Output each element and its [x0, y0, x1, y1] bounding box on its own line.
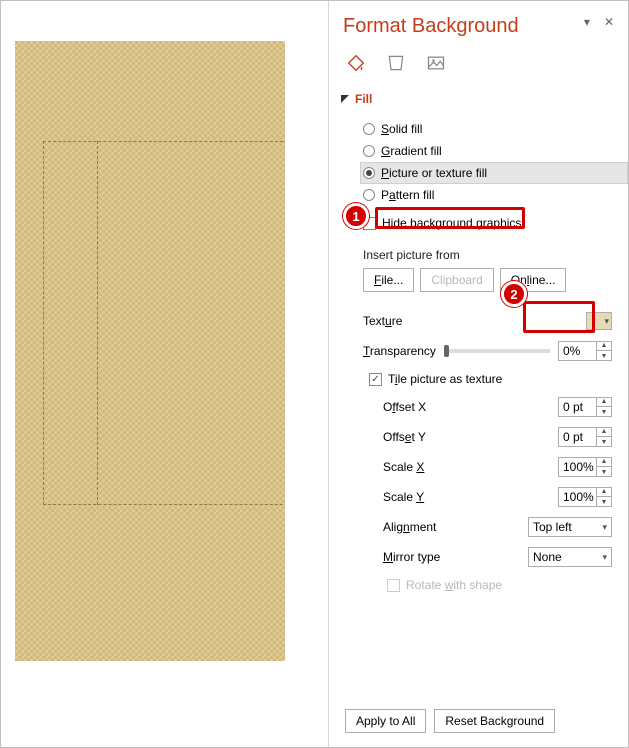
transparency-label: Transparency [363, 344, 436, 358]
radio-picture-texture-fill[interactable]: Picture or texture fill [360, 162, 628, 184]
reset-background-button[interactable]: Reset Background [434, 709, 555, 733]
alignment-label: Alignment [383, 520, 436, 534]
radio-solid-fill[interactable]: Solid fill [363, 118, 628, 140]
texture-picker[interactable] [586, 312, 612, 330]
offset-y-label: Offset Y [383, 430, 426, 444]
slide-preview [15, 41, 285, 661]
offset-x-input[interactable]: 0 pt▲▼ [558, 397, 612, 417]
close-icon[interactable]: ✕ [604, 15, 614, 29]
alignment-select[interactable]: Top left [528, 517, 612, 537]
scale-x-label: Scale X [383, 460, 424, 474]
radio-pattern-fill[interactable]: Pattern fill [363, 184, 628, 206]
effects-tab-icon[interactable] [385, 52, 407, 74]
texture-label: Texture [363, 314, 402, 328]
fill-section-toggle[interactable]: Fill [341, 92, 628, 106]
insert-picture-label: Insert picture from [363, 248, 628, 262]
clipboard-button: Clipboard [420, 268, 493, 292]
apply-to-all-button[interactable]: Apply to All [345, 709, 426, 733]
file-button[interactable]: File... [363, 268, 414, 292]
slide-content-placeholder [43, 141, 285, 505]
offset-y-input[interactable]: 0 pt▲▼ [558, 427, 612, 447]
radio-gradient-fill[interactable]: Gradient fill [363, 140, 628, 162]
scale-y-input[interactable]: 100%▲▼ [558, 487, 612, 507]
checkbox-tile-picture[interactable]: Tile picture as texture [369, 366, 628, 392]
checkbox-rotate-with-shape: Rotate with shape [387, 572, 628, 598]
panel-menu-icon[interactable]: ▾ [584, 15, 590, 29]
mirror-label: Mirror type [383, 550, 440, 564]
fill-tab-icon[interactable] [345, 52, 367, 74]
scale-x-input[interactable]: 100%▲▼ [558, 457, 612, 477]
picture-tab-icon[interactable] [425, 52, 447, 74]
scale-y-label: Scale Y [383, 490, 424, 504]
transparency-input[interactable]: 0% ▲▼ [558, 341, 612, 361]
format-background-panel: Format Background ▾ ✕ Fill Solid fill [328, 1, 628, 747]
transparency-slider[interactable] [444, 349, 550, 353]
checkbox-hide-background[interactable]: Hide background graphics [363, 212, 628, 234]
online-button[interactable]: Online... [500, 268, 567, 292]
mirror-select[interactable]: None [528, 547, 612, 567]
offset-x-label: Offset X [383, 400, 426, 414]
